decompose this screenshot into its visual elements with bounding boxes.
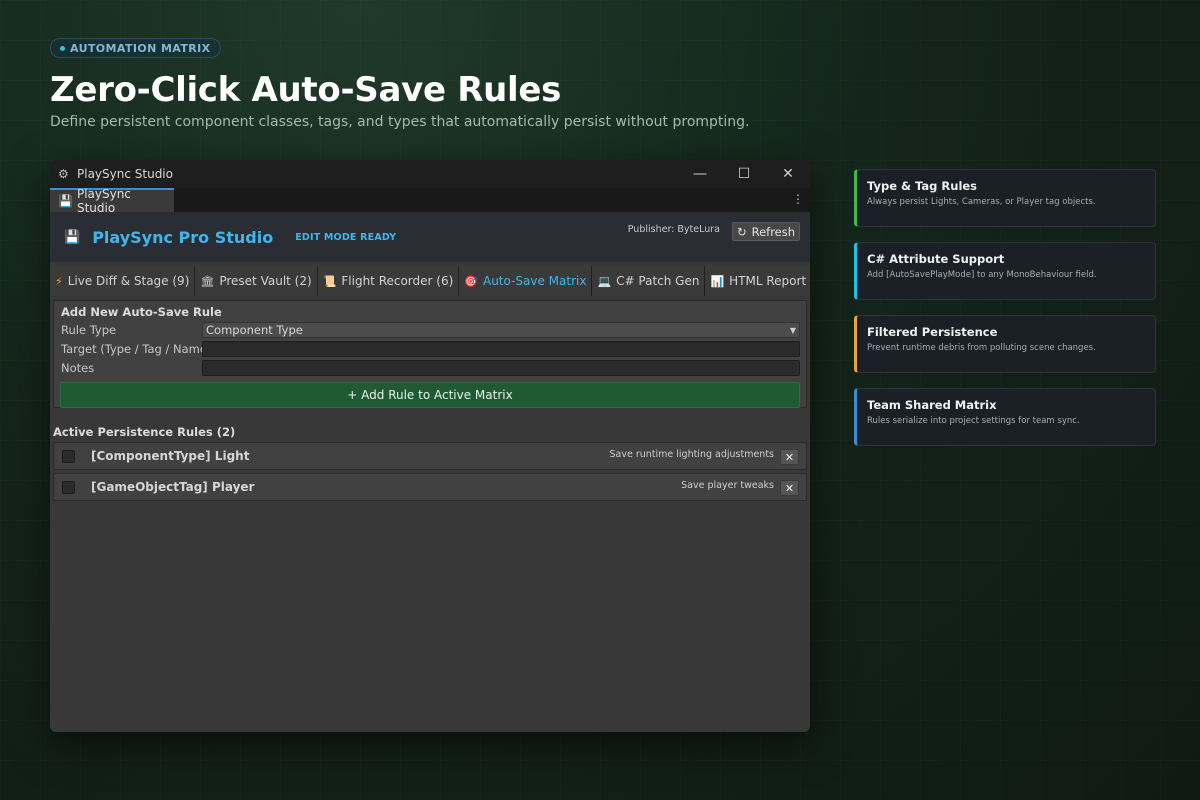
delete-rule-button[interactable]: ✕ xyxy=(780,449,799,465)
rule-type-select[interactable]: Component Type ▼ xyxy=(202,322,800,338)
tab-flight-recorder[interactable]: 📜 Flight Recorder (6) xyxy=(317,266,460,296)
refresh-icon: ↻ xyxy=(736,224,747,239)
close-button[interactable]: ✕ xyxy=(766,160,810,188)
tab-label: Live Diff & Stage (9) xyxy=(67,274,190,288)
tab-auto-save-matrix[interactable]: 🎯 Auto-Save Matrix xyxy=(459,266,593,296)
feature-card-desc: Prevent runtime debris from polluting sc… xyxy=(867,343,1096,353)
rule-note: Save runtime lighting adjustments xyxy=(609,449,774,460)
maximize-button[interactable]: ☐ xyxy=(722,160,766,188)
rule-checkbox[interactable] xyxy=(62,480,75,494)
refresh-label: Refresh xyxy=(751,224,796,239)
rule-type-row: Rule Type Component Type ▼ xyxy=(60,321,800,339)
add-rule-panel: Add New Auto-Save Rule Rule Type Compone… xyxy=(53,300,807,408)
feature-card-title: Filtered Persistence xyxy=(867,325,998,339)
add-rule-button[interactable]: + Add Rule to Active Matrix xyxy=(60,382,800,408)
app-gear-icon: ⚙ xyxy=(58,167,69,181)
chart-icon: 📊 xyxy=(710,274,725,288)
chevron-down-icon: ▼ xyxy=(789,325,796,335)
rules-list: [ComponentType] Light Save runtime lighti… xyxy=(50,442,810,501)
target-row: Target (Type / Tag / Name xyxy=(60,340,800,358)
document-tabstrip: 💾 PlaySync Studio ⋮ xyxy=(50,187,810,215)
window-title: PlaySync Studio xyxy=(77,167,173,181)
rule-type-value: Component Type xyxy=(206,323,303,337)
feature-tabs: ⚡ Live Diff & Stage (9) 🏛 Preset Vault (2) 📜… xyxy=(50,266,810,296)
tab-label: Auto-Save Matrix xyxy=(482,274,587,288)
lightning-icon: ⚡ xyxy=(55,274,63,288)
feature-card-title: C# Attribute Support xyxy=(867,252,1005,266)
section-pill: AUTOMATION MATRIX xyxy=(50,38,221,58)
rule-name: [ComponentType] Light xyxy=(91,449,250,463)
refresh-button[interactable]: ↻ Refresh xyxy=(732,222,800,241)
floppy-icon: 💾 xyxy=(58,194,73,208)
delete-rule-button[interactable]: ✕ xyxy=(780,480,799,496)
tab-label: HTML Report xyxy=(729,274,807,288)
scroll-icon: 📜 xyxy=(322,274,337,288)
notes-input[interactable] xyxy=(202,360,800,376)
tab-patch-gen[interactable]: 💻 C# Patch Gen xyxy=(592,266,706,296)
pill-label: AUTOMATION MATRIX xyxy=(70,41,211,55)
minimize-button[interactable]: — xyxy=(678,160,722,188)
notes-label: Notes xyxy=(61,361,95,375)
feature-card: Filtered Persistence Prevent runtime debr… xyxy=(854,315,1156,373)
feature-card-desc: Rules serialize into project settings fo… xyxy=(867,416,1080,426)
laptop-icon: 💻 xyxy=(597,274,612,288)
tab-label: Flight Recorder (6) xyxy=(341,274,454,288)
target-input[interactable] xyxy=(202,341,800,357)
feature-cards: Type & Tag Rules Always persist Lights, C… xyxy=(854,169,1156,461)
feature-card-desc: Always persist Lights, Cameras, or Playe… xyxy=(867,197,1096,207)
feature-card: Type & Tag Rules Always persist Lights, C… xyxy=(854,169,1156,227)
active-rules-title: Active Persistence Rules (2) xyxy=(53,425,236,439)
tab-live-diff[interactable]: ⚡ Live Diff & Stage (9) xyxy=(50,266,196,296)
publisher-label: Publisher: ByteLura xyxy=(627,224,720,235)
target-label: Target (Type / Tag / Name xyxy=(61,342,202,356)
vault-icon: 🏛 xyxy=(200,274,215,288)
more-options-icon[interactable]: ⋮ xyxy=(792,192,804,206)
rule-type-label: Rule Type xyxy=(61,323,117,337)
feature-card-title: Type & Tag Rules xyxy=(867,179,978,193)
feature-card: Team Shared Matrix Rules serialize into p… xyxy=(854,388,1156,446)
tab-preset-vault[interactable]: 🏛 Preset Vault (2) xyxy=(195,266,318,296)
page-title: Zero-Click Auto-Save Rules xyxy=(50,70,562,110)
document-tab[interactable]: 💾 PlaySync Studio xyxy=(50,187,174,215)
feature-card-desc: Add [AutoSavePlayMode] to any MonoBehavi… xyxy=(867,270,1097,280)
document-tab-label: PlaySync Studio xyxy=(76,187,131,215)
page-subtitle: Define persistent component classes, tag… xyxy=(50,114,750,130)
window-titlebar: ⚙ PlaySync Studio — ☐ ✕ xyxy=(50,160,810,188)
tab-label: Preset Vault (2) xyxy=(219,274,312,288)
rule-row: [GameObjectTag] Player Save player tweaks… xyxy=(53,473,807,501)
tab-label: C# Patch Gen xyxy=(616,274,700,288)
feature-card: C# Attribute Support Add [AutoSavePlayMod… xyxy=(854,242,1156,300)
add-rule-title: Add New Auto-Save Rule xyxy=(61,305,222,319)
brand-title: PlaySync Pro Studio xyxy=(92,227,274,247)
notes-row: Notes xyxy=(60,359,800,377)
rule-row: [ComponentType] Light Save runtime lighti… xyxy=(53,442,807,470)
rule-name: [GameObjectTag] Player xyxy=(91,480,255,494)
app-window: ⚙ PlaySync Studio — ☐ ✕ 💾 PlaySync Studi… xyxy=(50,160,810,732)
rule-note: Save player tweaks xyxy=(681,480,774,491)
pill-dot-icon xyxy=(60,45,65,51)
target-icon: 🎯 xyxy=(464,274,478,288)
plugin-header: 💾 PlaySync Pro Studio EDIT MODE READY Pu… xyxy=(50,212,810,262)
mode-status: EDIT MODE READY xyxy=(295,231,397,243)
rule-checkbox[interactable] xyxy=(62,449,75,463)
tab-html-report[interactable]: 📊 HTML Report xyxy=(705,266,810,296)
floppy-icon: 💾 xyxy=(64,229,81,245)
feature-card-title: Team Shared Matrix xyxy=(867,398,997,412)
